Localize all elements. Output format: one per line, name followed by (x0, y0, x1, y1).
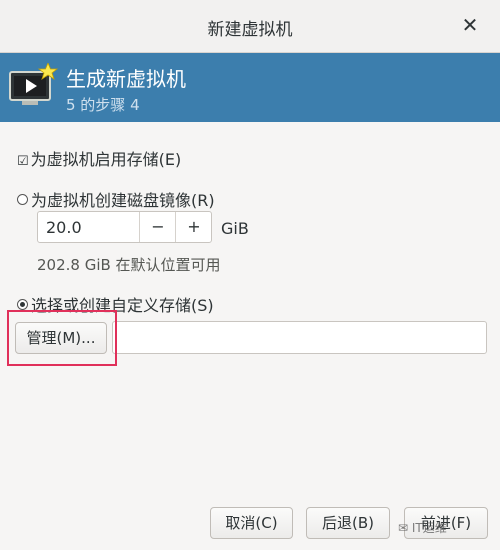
close-icon[interactable]: ✕ (456, 11, 484, 39)
checkbox-checked-icon: ☑ (17, 154, 29, 169)
disk-size-value[interactable]: 20.0 (46, 218, 82, 237)
radio-on-icon (17, 299, 28, 310)
decrement-button[interactable]: − (139, 212, 176, 242)
back-button[interactable]: 后退(B) (306, 507, 390, 539)
create-image-radio[interactable]: 为虚拟机创建磁盘镜像(R) (17, 187, 215, 211)
create-image-label: 为虚拟机创建磁盘镜像(R) (31, 191, 215, 210)
window-title: 新建虚拟机 (207, 20, 293, 40)
highlight-annotation (7, 310, 117, 366)
enable-storage-label: 为虚拟机启用存储(E) (30, 150, 182, 169)
enable-storage-checkbox[interactable]: ☑ 为虚拟机启用存储(E) (17, 146, 181, 170)
increment-button[interactable]: + (175, 212, 212, 242)
watermark: ✉ IT运维 (398, 519, 447, 536)
disk-size-unit: GiB (221, 219, 249, 238)
title-bar: 新建虚拟机 ✕ (0, 0, 500, 53)
radio-off-icon (17, 194, 28, 205)
disk-size-spinbutton[interactable]: 20.0 − + (37, 211, 212, 243)
vm-monitor-icon (9, 63, 58, 105)
banner-title: 生成新虚拟机 (66, 67, 186, 91)
available-space-text: 202.8 GiB 在默认位置可用 (37, 256, 221, 274)
watermark-text: IT运维 (411, 521, 447, 535)
wizard-banner: 生成新虚拟机 5 的步骤 4 (0, 53, 500, 122)
banner-step: 5 的步骤 4 (66, 96, 140, 114)
cancel-button[interactable]: 取消(C) (210, 507, 293, 539)
wechat-icon: ✉ (398, 521, 409, 535)
storage-path-input[interactable] (112, 321, 487, 354)
